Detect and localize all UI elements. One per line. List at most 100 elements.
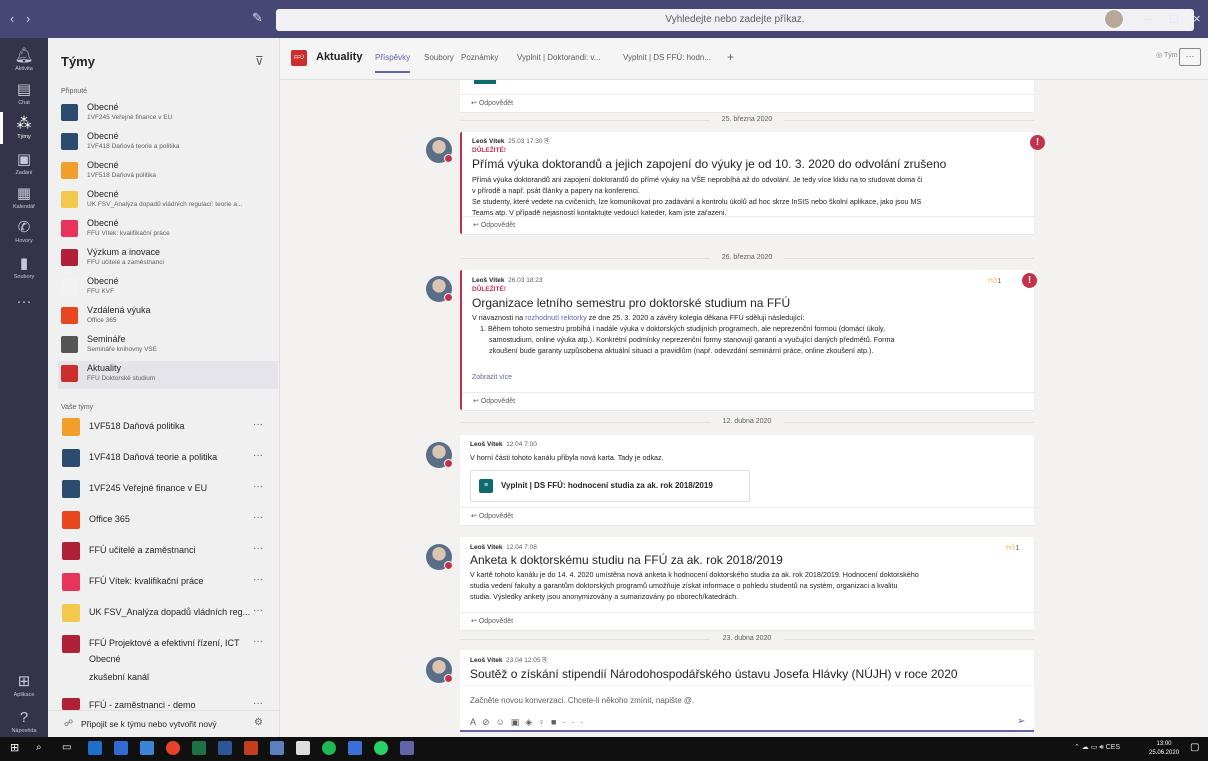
reply-button[interactable]: ↩ Odpovědět <box>460 612 1034 630</box>
pinned-channel[interactable]: Obecné 1VF518 Daňová politika <box>58 158 278 186</box>
author-avatar[interactable] <box>426 137 453 163</box>
channel-general[interactable]: Obecné <box>89 654 121 664</box>
like-count[interactable]: 👍︎1 <box>988 275 1001 286</box>
team-more-icon[interactable]: ··· <box>253 481 263 492</box>
tray-icons[interactable]: ⌃ ☁ ▭ 🔊︎ <box>1074 744 1106 751</box>
tab-posts[interactable]: Příspěvky <box>375 53 411 73</box>
maximize-icon[interactable]: □ <box>1170 11 1178 26</box>
close-icon[interactable]: × <box>1193 11 1201 26</box>
rail-more[interactable]: ··· <box>0 294 48 310</box>
sticker-icon[interactable]: ◈ <box>525 717 538 727</box>
rail-help[interactable]: ? Nápověda <box>0 710 48 735</box>
team-more-icon[interactable]: ··· <box>253 574 263 585</box>
team-item[interactable]: FFÚ Vítek: kvalifikační práce ··· <box>58 568 278 596</box>
rail-assignments[interactable]: ▣ Zadání <box>0 152 48 177</box>
explorer-icon[interactable] <box>114 741 128 755</box>
pinned-channel[interactable]: Vzdálená výuka Office 365 <box>58 303 278 331</box>
video-icon[interactable]: ■ <box>551 717 562 727</box>
photos-icon[interactable] <box>140 741 154 755</box>
more-icon[interactable]: ··· <box>562 717 589 727</box>
tab-card[interactable]: ≡ Vyplnit | DS FFÚ: hodnocení studia za … <box>470 470 750 502</box>
pinned-channel[interactable]: Aktuality FFÚ Doktorské studium <box>58 361 278 389</box>
tab-notes[interactable]: Poznámky <box>461 53 498 62</box>
team-item[interactable]: UK FSV_Analýza dopadů vládních reg... ··· <box>58 599 278 627</box>
search-icon[interactable]: ⌕ <box>36 741 50 755</box>
rail-calls[interactable]: ✆ Hovory <box>0 220 48 245</box>
rail-chat[interactable]: ▤ Chat <box>0 82 48 107</box>
decision-link[interactable]: rozhodnutí rektorky <box>525 313 587 322</box>
show-more-link[interactable]: Zobrazit více <box>472 374 512 381</box>
team-item[interactable]: FFÚ učitelé a zaměstnanci ··· <box>58 537 278 565</box>
team-more-icon[interactable]: ··· <box>253 636 263 647</box>
outlook-icon[interactable] <box>88 741 102 755</box>
like-count[interactable]: 👍︎1 <box>1006 542 1019 553</box>
meet-icon[interactable]: ♀ <box>538 717 551 727</box>
team-more-icon[interactable]: ··· <box>253 512 263 523</box>
app2-icon[interactable] <box>348 741 362 755</box>
word-icon[interactable] <box>218 741 232 755</box>
team-item[interactable]: 1VF518 Daňová politika ··· <box>58 413 278 441</box>
settings-icon[interactable]: ⚙ <box>254 717 263 728</box>
search-input[interactable]: Vyhledejte nebo zadejte příkaz. <box>276 9 1194 31</box>
team-demo[interactable]: FFÚ - zaměstnanci - demo <box>89 700 196 710</box>
reply-button[interactable]: ↩ Odpovědět <box>462 392 1034 410</box>
channel-test[interactable]: zkušební kanál <box>89 672 149 682</box>
tab-form-doktorandi[interactable]: Vyplnit | Doktorandi: v... <box>517 53 600 62</box>
back-icon[interactable]: ‹ <box>10 11 14 26</box>
excel-icon[interactable] <box>192 741 206 755</box>
task-view-icon[interactable]: ▭ <box>62 741 76 755</box>
team-item[interactable]: 1VF245 Veřejné finance v EU ··· <box>58 475 278 503</box>
rail-calendar[interactable]: ▦ Kalendář <box>0 186 48 211</box>
team-item[interactable]: 1VF418 Daňová teorie a politika ··· <box>58 444 278 472</box>
forward-icon[interactable]: › <box>26 11 30 26</box>
pinned-channel[interactable]: Semináře Semináře knihovny VŠE <box>58 332 278 360</box>
pinned-channel[interactable]: Obecné 1VF418 Daňová teorie a politika <box>58 129 278 157</box>
team-item[interactable]: Office 365 ··· <box>58 506 278 534</box>
author-avatar[interactable] <box>426 657 453 683</box>
clock[interactable]: 13:00 25.06.2020 <box>1149 740 1179 758</box>
rail-teams[interactable]: ⁂ Týmy <box>0 112 48 144</box>
whatsapp-icon[interactable] <box>374 741 388 755</box>
emoji-icon[interactable]: ☺ <box>496 717 511 727</box>
add-tab-icon[interactable]: + <box>727 50 734 64</box>
gif-icon[interactable]: ▣ <box>511 717 526 727</box>
pinned-channel[interactable]: Obecné FFÚ Vítek: kvalifikační práce <box>58 216 278 244</box>
chrome-icon[interactable] <box>166 741 180 755</box>
pen-icon[interactable] <box>296 741 310 755</box>
app-icon[interactable] <box>270 741 284 755</box>
reply-button[interactable]: ↩ Odpovědět <box>462 216 1034 234</box>
pinned-channel[interactable]: Obecné 1VF245 Veřejné finance v EU <box>58 100 278 128</box>
profile-avatar[interactable] <box>1104 9 1124 29</box>
more-options-button[interactable]: ··· <box>1179 48 1201 66</box>
compose-input[interactable]: Začněte novou konverzaci. Chcete-li něko… <box>470 696 694 705</box>
filter-icon[interactable]: ⊽ <box>255 54 264 68</box>
format-icon[interactable]: A <box>470 717 482 727</box>
compose-box[interactable]: Začněte novou konverzaci. Chcete-li něko… <box>460 686 1034 732</box>
author-avatar[interactable] <box>426 442 453 468</box>
author-avatar[interactable] <box>426 276 453 302</box>
pinned-channel[interactable]: Obecné UK FSV_Analýza dopadů vládních reg… <box>58 187 278 215</box>
team-more-icon[interactable]: ··· <box>253 543 263 554</box>
tab-form-ds[interactable]: Vyplnit | DS FFÚ: hodn... <box>623 53 711 62</box>
author-avatar[interactable] <box>426 544 453 570</box>
team-more-icon[interactable]: ··· <box>253 450 263 461</box>
new-chat-icon[interactable]: ✎ <box>252 10 263 26</box>
send-icon[interactable]: ➢ <box>1017 716 1025 727</box>
tab-files[interactable]: Soubory <box>424 53 454 62</box>
spotify-icon[interactable] <box>322 741 336 755</box>
attach-icon[interactable]: ⊘ <box>482 717 496 727</box>
join-team-link[interactable]: Připojit se k týmu nebo vytvořit nový <box>81 719 217 729</box>
teams-taskbar-icon[interactable] <box>400 741 414 755</box>
pinned-channel[interactable]: Obecné FFÚ KVF <box>58 274 278 302</box>
windows-start-icon[interactable]: ⊞ <box>10 741 24 755</box>
team-more-icon[interactable]: ··· <box>253 605 263 616</box>
team-more-icon[interactable]: ··· <box>253 419 263 430</box>
team-button[interactable]: ◎ Tým <box>1156 51 1178 59</box>
minimize-icon[interactable]: – <box>1145 11 1152 26</box>
rail-activity[interactable]: 🔔︎ Aktivita <box>0 48 48 73</box>
team-more-icon[interactable]: ··· <box>253 698 263 709</box>
rail-files[interactable]: ▮ Soubory <box>0 256 48 281</box>
pinned-channel[interactable]: Výzkum a inovace FFÚ učitelé a zaměstnanc… <box>58 245 278 273</box>
rail-apps[interactable]: ⊞ Aplikace <box>0 674 48 699</box>
reply-button[interactable]: ↩ Odpovědět <box>460 507 1034 525</box>
